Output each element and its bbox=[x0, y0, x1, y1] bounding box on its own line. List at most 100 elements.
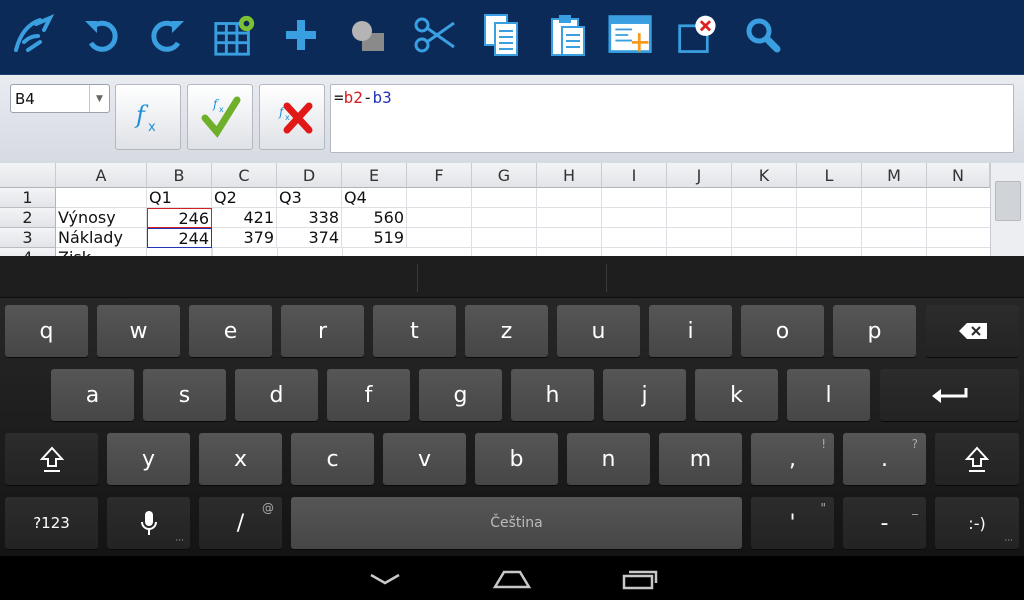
copy-icon[interactable] bbox=[478, 10, 524, 60]
back-icon[interactable] bbox=[355, 564, 415, 594]
column-header-e[interactable]: E bbox=[342, 163, 407, 188]
key-s[interactable]: s bbox=[143, 369, 226, 421]
vertical-scrollbar[interactable] bbox=[990, 163, 1024, 256]
column-header-j[interactable]: J bbox=[667, 163, 732, 188]
insert-icon[interactable] bbox=[278, 10, 324, 60]
column-header-k[interactable]: K bbox=[732, 163, 797, 188]
cell-reference-box[interactable]: B4 ▼ bbox=[10, 84, 110, 113]
close-document-icon[interactable] bbox=[676, 10, 722, 60]
column-header-b[interactable]: B bbox=[147, 163, 212, 188]
key-j[interactable]: j bbox=[603, 369, 686, 421]
key-h[interactable]: h bbox=[511, 369, 594, 421]
cell-d3[interactable]: 374 bbox=[277, 228, 342, 248]
accept-button[interactable]: fx bbox=[187, 84, 253, 150]
key-l[interactable]: l bbox=[787, 369, 870, 421]
search-icon[interactable] bbox=[740, 10, 786, 60]
scrollbar-thumb[interactable] bbox=[995, 181, 1021, 221]
suggestion-strip[interactable] bbox=[0, 256, 1024, 298]
cell-e1[interactable]: Q4 bbox=[342, 188, 407, 208]
voice-input-key[interactable]: ··· bbox=[107, 497, 190, 549]
cell-e2[interactable]: 560 bbox=[342, 208, 407, 228]
corner-header[interactable] bbox=[0, 163, 56, 188]
row-header-4[interactable]: 4 bbox=[0, 248, 56, 256]
recent-apps-icon[interactable] bbox=[610, 564, 670, 594]
cell-a2[interactable]: Výnosy bbox=[56, 208, 147, 228]
key-a[interactable]: a bbox=[51, 369, 134, 421]
cell-b4[interactable] bbox=[147, 248, 212, 256]
column-header-a[interactable]: A bbox=[56, 163, 147, 188]
cell-c2[interactable]: 421 bbox=[212, 208, 277, 228]
cell-c3[interactable]: 379 bbox=[212, 228, 277, 248]
cell-b2[interactable]: 246 bbox=[147, 208, 212, 228]
key-i[interactable]: i bbox=[649, 305, 732, 357]
key-c[interactable]: c bbox=[291, 433, 374, 485]
key-comma[interactable]: , ! bbox=[751, 433, 834, 485]
chevron-down-icon[interactable]: ▼ bbox=[89, 85, 109, 112]
key-p[interactable]: p bbox=[833, 305, 916, 357]
key-m[interactable]: m bbox=[659, 433, 742, 485]
key-k[interactable]: k bbox=[695, 369, 778, 421]
shift-key-right[interactable] bbox=[935, 433, 1019, 485]
key-b[interactable]: b bbox=[475, 433, 558, 485]
key-apostrophe[interactable]: ' " bbox=[751, 497, 834, 549]
column-header-h[interactable]: H bbox=[537, 163, 602, 188]
symbols-key[interactable]: ?123 bbox=[5, 497, 98, 549]
cell-b1[interactable]: Q1 bbox=[147, 188, 212, 208]
cancel-button[interactable]: fx bbox=[259, 84, 325, 150]
function-button[interactable]: fx bbox=[115, 84, 181, 150]
column-header-f[interactable]: F bbox=[407, 163, 472, 188]
key-e[interactable]: e bbox=[189, 305, 272, 357]
enter-key[interactable] bbox=[880, 369, 1019, 421]
row4-cells[interactable] bbox=[212, 248, 407, 256]
column-header-c[interactable]: C bbox=[212, 163, 277, 188]
key-z[interactable]: z bbox=[465, 305, 548, 357]
key-n[interactable]: n bbox=[567, 433, 650, 485]
column-header-l[interactable]: L bbox=[797, 163, 862, 188]
cell-c1[interactable]: Q2 bbox=[212, 188, 277, 208]
undo-icon[interactable] bbox=[78, 10, 124, 60]
cell-b3[interactable]: 244 bbox=[147, 228, 212, 248]
row-header-1[interactable]: 1 bbox=[0, 188, 56, 208]
key-t[interactable]: t bbox=[373, 305, 456, 357]
key-f[interactable]: f bbox=[327, 369, 410, 421]
column-header-n[interactable]: N bbox=[927, 163, 990, 188]
row-header-2[interactable]: 2 bbox=[0, 208, 56, 228]
key-u[interactable]: u bbox=[557, 305, 640, 357]
cell-e3[interactable]: 519 bbox=[342, 228, 407, 248]
cell-a1[interactable] bbox=[56, 188, 147, 208]
cell-d1[interactable]: Q3 bbox=[277, 188, 342, 208]
app-logo-icon[interactable] bbox=[10, 10, 56, 60]
column-header-g[interactable]: G bbox=[472, 163, 537, 188]
cell-a3[interactable]: Náklady bbox=[56, 228, 147, 248]
cut-icon[interactable] bbox=[412, 10, 458, 60]
key-o[interactable]: o bbox=[741, 305, 824, 357]
spreadsheet-grid[interactable]: A B C D E F G H I J K L M N 1 2 3 4 Q1 Q… bbox=[0, 163, 1024, 256]
paste-icon[interactable] bbox=[545, 10, 591, 60]
select-range-icon[interactable] bbox=[608, 10, 654, 60]
key-r[interactable]: r bbox=[281, 305, 364, 357]
redo-icon[interactable] bbox=[145, 10, 191, 60]
key-g[interactable]: g bbox=[419, 369, 502, 421]
column-header-m[interactable]: M bbox=[862, 163, 927, 188]
shift-key-left[interactable] bbox=[5, 433, 98, 485]
column-header-d[interactable]: D bbox=[277, 163, 342, 188]
key-v[interactable]: v bbox=[383, 433, 466, 485]
backspace-key[interactable] bbox=[926, 305, 1019, 357]
format-cells-icon[interactable] bbox=[212, 10, 258, 60]
key-w[interactable]: w bbox=[97, 305, 180, 357]
shapes-icon[interactable] bbox=[345, 10, 391, 60]
column-header-i[interactable]: I bbox=[602, 163, 667, 188]
home-icon[interactable] bbox=[482, 564, 542, 594]
space-key[interactable]: Čeština bbox=[291, 497, 742, 549]
key-period[interactable]: . ? bbox=[843, 433, 926, 485]
key-x[interactable]: x bbox=[199, 433, 282, 485]
key-slash[interactable]: / @ bbox=[199, 497, 282, 549]
cell-d2[interactable]: 338 bbox=[277, 208, 342, 228]
key-d[interactable]: d bbox=[235, 369, 318, 421]
empty-cells-area[interactable] bbox=[407, 188, 990, 256]
cell-a4[interactable]: Zisk bbox=[56, 248, 147, 256]
smiley-key[interactable]: :-) ··· bbox=[935, 497, 1019, 549]
formula-input[interactable]: =b2-b3 bbox=[330, 84, 1014, 153]
row-header-3[interactable]: 3 bbox=[0, 228, 56, 248]
key-y[interactable]: y bbox=[107, 433, 190, 485]
